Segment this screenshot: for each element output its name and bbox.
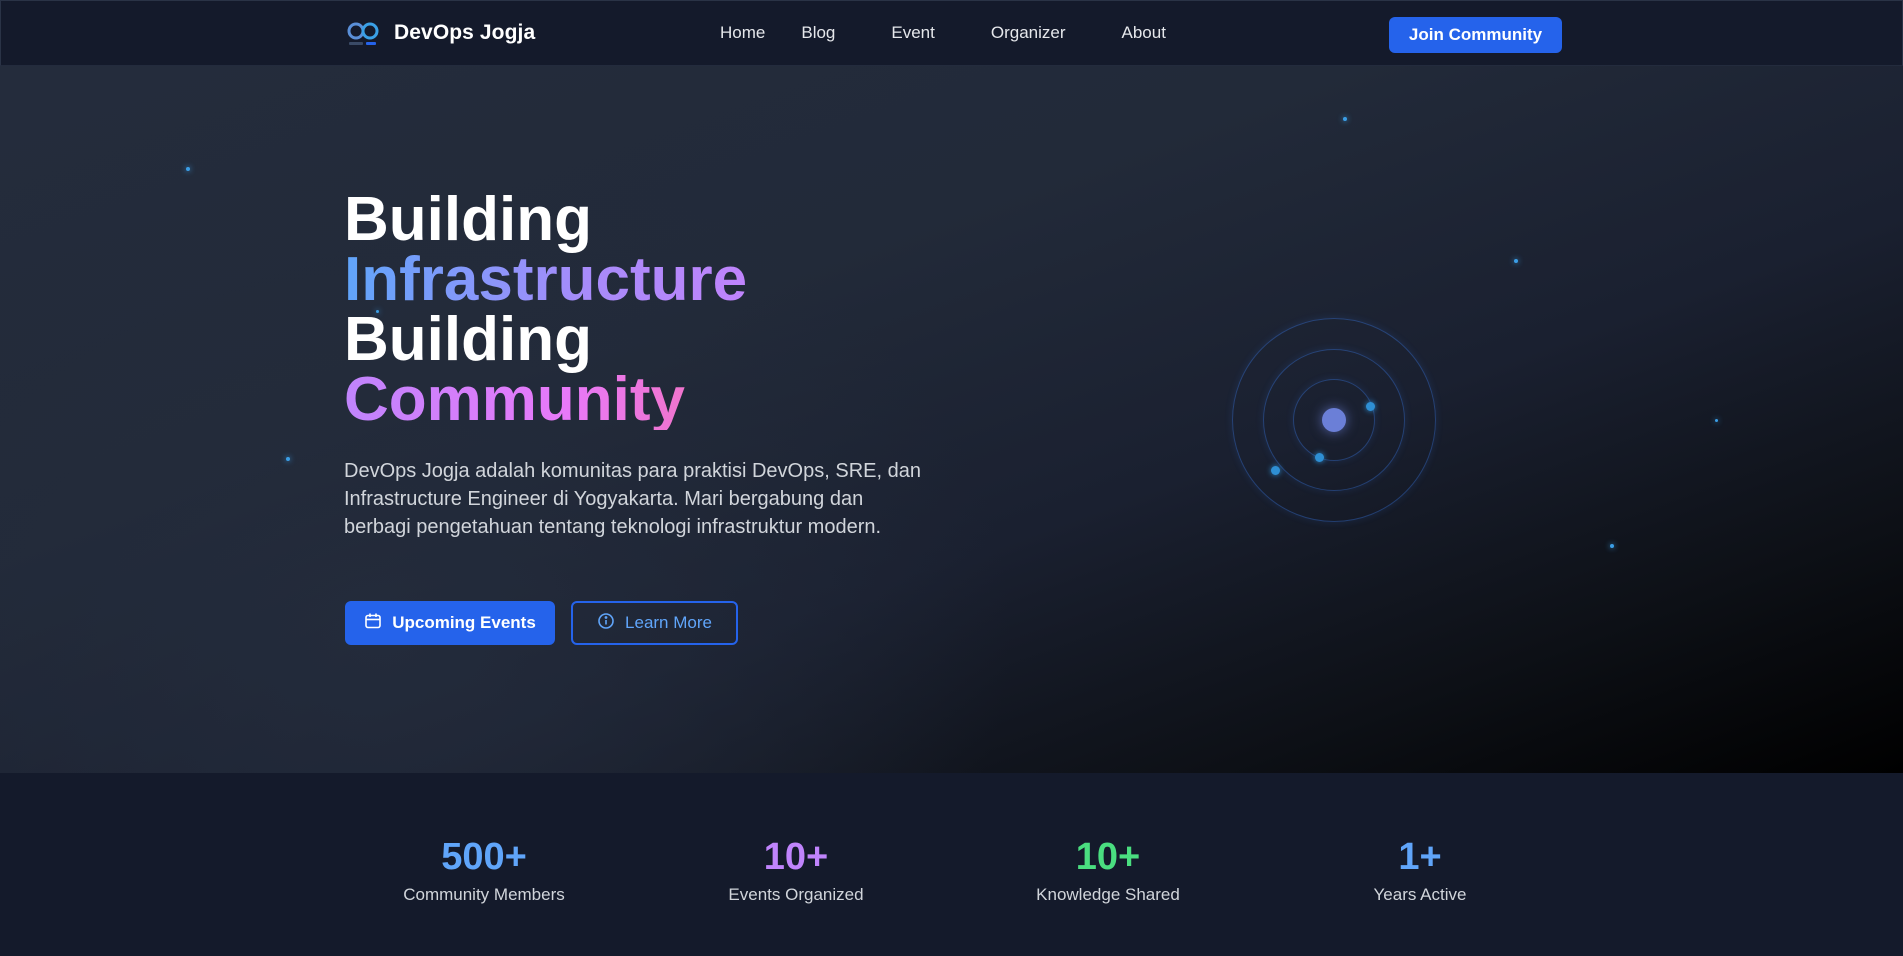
devops-jogja-logo-icon — [346, 15, 382, 51]
stat-label: Knowledge Shared — [1036, 885, 1180, 904]
stat-years-active: 1+ Years Active — [1290, 835, 1550, 905]
nav-link-organizer[interactable]: Organizer — [991, 23, 1066, 43]
nav-link-home[interactable]: Home — [720, 23, 765, 43]
hero-title-highlight: Community — [344, 369, 747, 431]
join-community-button[interactable]: Join Community — [1389, 17, 1562, 53]
stat-value: 500+ — [441, 836, 527, 878]
orbit-illustration — [1232, 318, 1436, 522]
info-icon — [597, 612, 615, 635]
particle-dot — [1715, 419, 1718, 422]
orbit-core — [1322, 408, 1346, 432]
hero-title-highlight: Infrastructure — [344, 245, 748, 314]
hero-description: DevOps Jogja adalah komunitas para prakt… — [344, 460, 921, 538]
stat-value: 1+ — [1398, 836, 1442, 878]
particle-dot — [1343, 117, 1347, 121]
calendar-icon — [364, 612, 382, 635]
hero-buttons: Upcoming Events Learn More — [345, 601, 738, 645]
stat-knowledge-shared: 10+ Knowledge Shared — [978, 835, 1238, 905]
learn-more-button[interactable]: Learn More — [571, 601, 738, 645]
stat-label: Events Organized — [728, 885, 864, 904]
particle-dot — [1514, 259, 1518, 263]
hero-title-line: Building — [344, 305, 592, 374]
stat-label: Community Members — [403, 885, 565, 904]
orbit-dot — [1271, 466, 1280, 475]
hero-title: Building Infrastructure Building Communi… — [344, 185, 748, 431]
learn-more-label: Learn More — [625, 613, 712, 632]
orbit-dot — [1315, 453, 1324, 462]
stats-section: 500+ Community Members 10+ Events Organi… — [0, 773, 1903, 956]
nav-link-event[interactable]: Event — [891, 23, 934, 43]
navbar: DevOps Jogja Home Blog Event Organizer A… — [0, 0, 1903, 66]
nav-link-blog[interactable]: Blog — [801, 23, 835, 43]
stat-events-organized: 10+ Events Organized — [666, 835, 926, 905]
upcoming-events-label: Upcoming Events — [392, 613, 536, 632]
orbit-dot — [1366, 402, 1375, 411]
particle-dot — [286, 457, 290, 461]
particle-dot — [1610, 544, 1614, 548]
brand[interactable]: DevOps Jogja — [346, 15, 535, 51]
stat-value: 10+ — [763, 836, 829, 878]
stat-label: Years Active — [1373, 885, 1467, 904]
nav-links: Home Blog Event Organizer About — [720, 23, 1166, 43]
upcoming-events-button[interactable]: Upcoming Events — [345, 601, 555, 645]
stat-community-members: 500+ Community Members — [354, 835, 614, 905]
nav-link-about[interactable]: About — [1122, 23, 1166, 43]
brand-name: DevOps Jogja — [394, 21, 536, 44]
hero-title-line: Building — [344, 185, 592, 254]
hero-section: Building Infrastructure Building Communi… — [0, 66, 1903, 773]
particle-dot — [186, 167, 190, 171]
stat-value: 10+ — [1075, 836, 1141, 878]
hero-background — [0, 66, 1903, 773]
